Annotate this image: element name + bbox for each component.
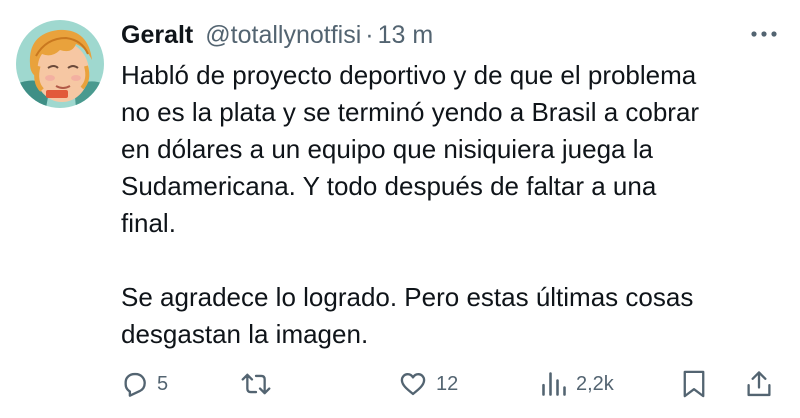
separator-dot: ·	[365, 21, 374, 49]
tweet-header: Geralt @totallynotfisi · 13 m	[121, 17, 433, 53]
more-dots-icon	[751, 31, 777, 37]
bookmark-button[interactable]	[681, 366, 707, 402]
heart-icon	[400, 373, 426, 396]
reply-button[interactable]: 5	[121, 366, 168, 402]
tweet-text: Habló de proyecto deportivo y de que el …	[121, 57, 781, 353]
share-button[interactable]	[745, 366, 773, 402]
like-button[interactable]: 12	[398, 366, 458, 402]
avatar-illustration-icon	[16, 20, 104, 108]
action-bar: 5 12 2,2k	[121, 366, 781, 402]
more-options-button[interactable]	[748, 24, 780, 44]
tweet-line: Se agradece lo logrado. Pero estas últim…	[121, 282, 694, 312]
user-handle[interactable]: @totallynotfisi	[205, 17, 361, 53]
tweet-line: final.	[121, 208, 176, 238]
tweet-line: Habló de proyecto deportivo y de que el …	[121, 60, 697, 90]
retweet-button[interactable]	[241, 366, 279, 402]
retweet-icon	[241, 373, 271, 395]
timestamp[interactable]: 13 m	[378, 17, 434, 53]
reply-icon	[124, 372, 146, 397]
tweet-line: en dólares a un equipo que nisiquiera ju…	[121, 134, 653, 164]
share-icon	[747, 371, 771, 397]
reply-count: 5	[157, 372, 169, 395]
tweet: Geralt @totallynotfisi · 13 m Habló de p…	[0, 0, 800, 418]
tweet-line: Sudamericana. Y todo después de faltar a…	[121, 171, 657, 201]
bookmark-icon	[683, 370, 705, 398]
display-name[interactable]: Geralt	[121, 17, 193, 53]
views-icon	[542, 372, 566, 396]
like-count: 12	[436, 372, 459, 395]
tweet-line: no es la plata y se terminó yendo a Bras…	[121, 97, 700, 127]
views-count: 2,2k	[576, 372, 614, 395]
tweet-line: desgastan la imagen.	[121, 319, 369, 349]
avatar[interactable]	[16, 20, 104, 108]
views-button[interactable]: 2,2k	[540, 366, 614, 402]
